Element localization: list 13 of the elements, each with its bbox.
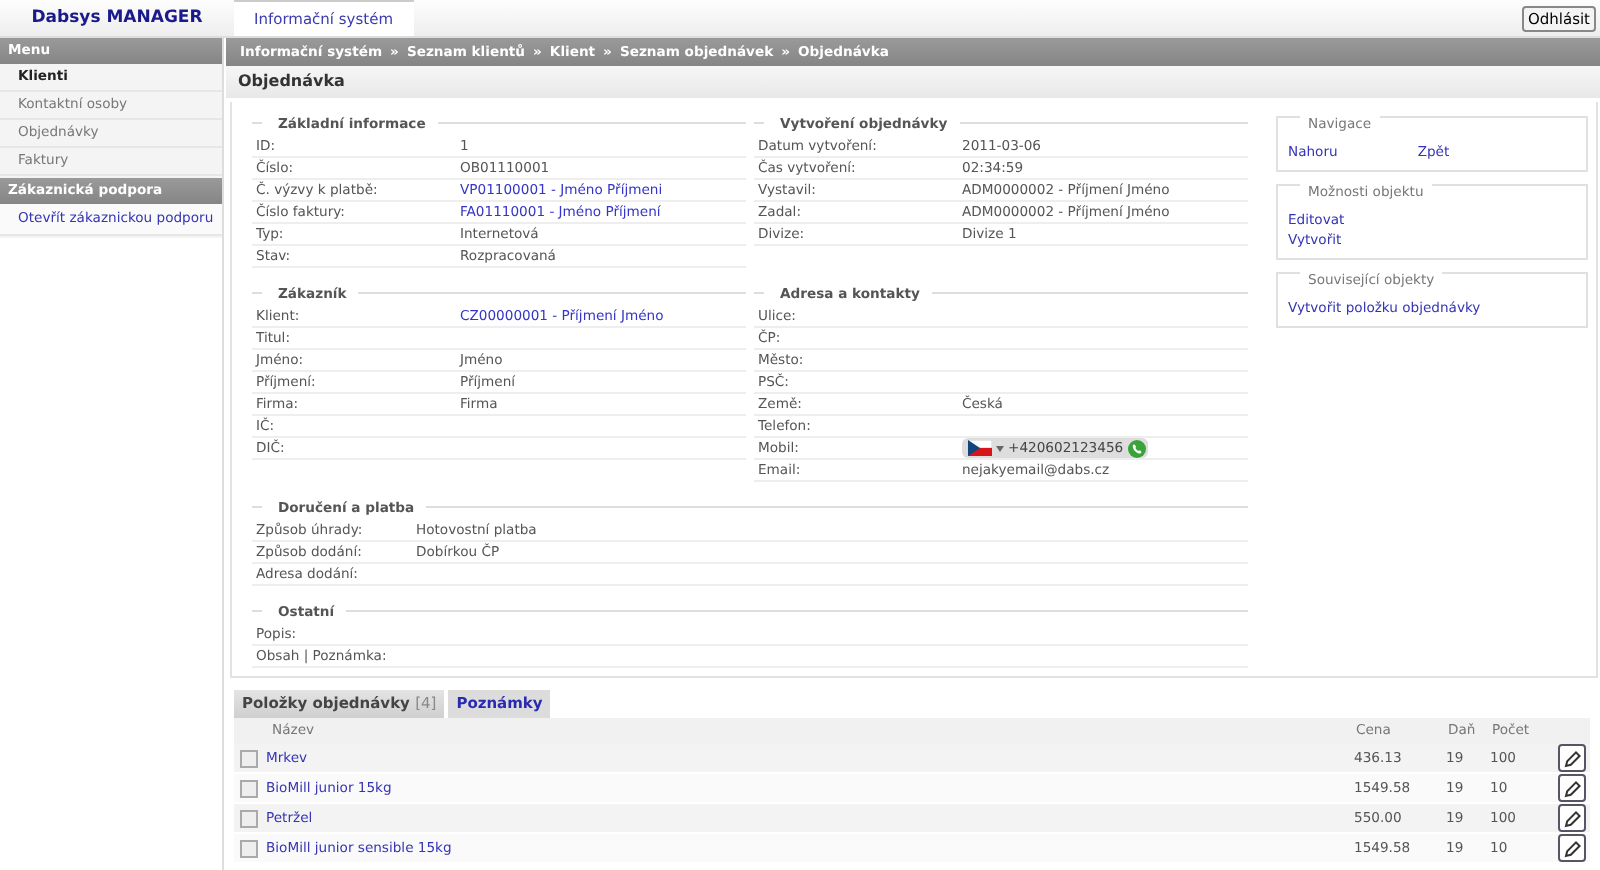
- row-checkbox[interactable]: [240, 839, 258, 858]
- edit-button[interactable]: [1558, 744, 1586, 772]
- edit-button[interactable]: [1558, 804, 1586, 832]
- flag-icon: [968, 440, 992, 456]
- phone-icon: [1127, 439, 1146, 457]
- app-title: Dabsys MANAGER: [29, 6, 205, 32]
- edit-button[interactable]: [1558, 834, 1586, 862]
- page-title: Objednávka: [226, 66, 1600, 98]
- row-checkbox[interactable]: [240, 749, 258, 768]
- row-checkbox[interactable]: [240, 809, 258, 828]
- row-checkbox[interactable]: [240, 779, 258, 798]
- edit-button[interactable]: [1558, 774, 1586, 802]
- caret-icon: [996, 445, 1004, 451]
